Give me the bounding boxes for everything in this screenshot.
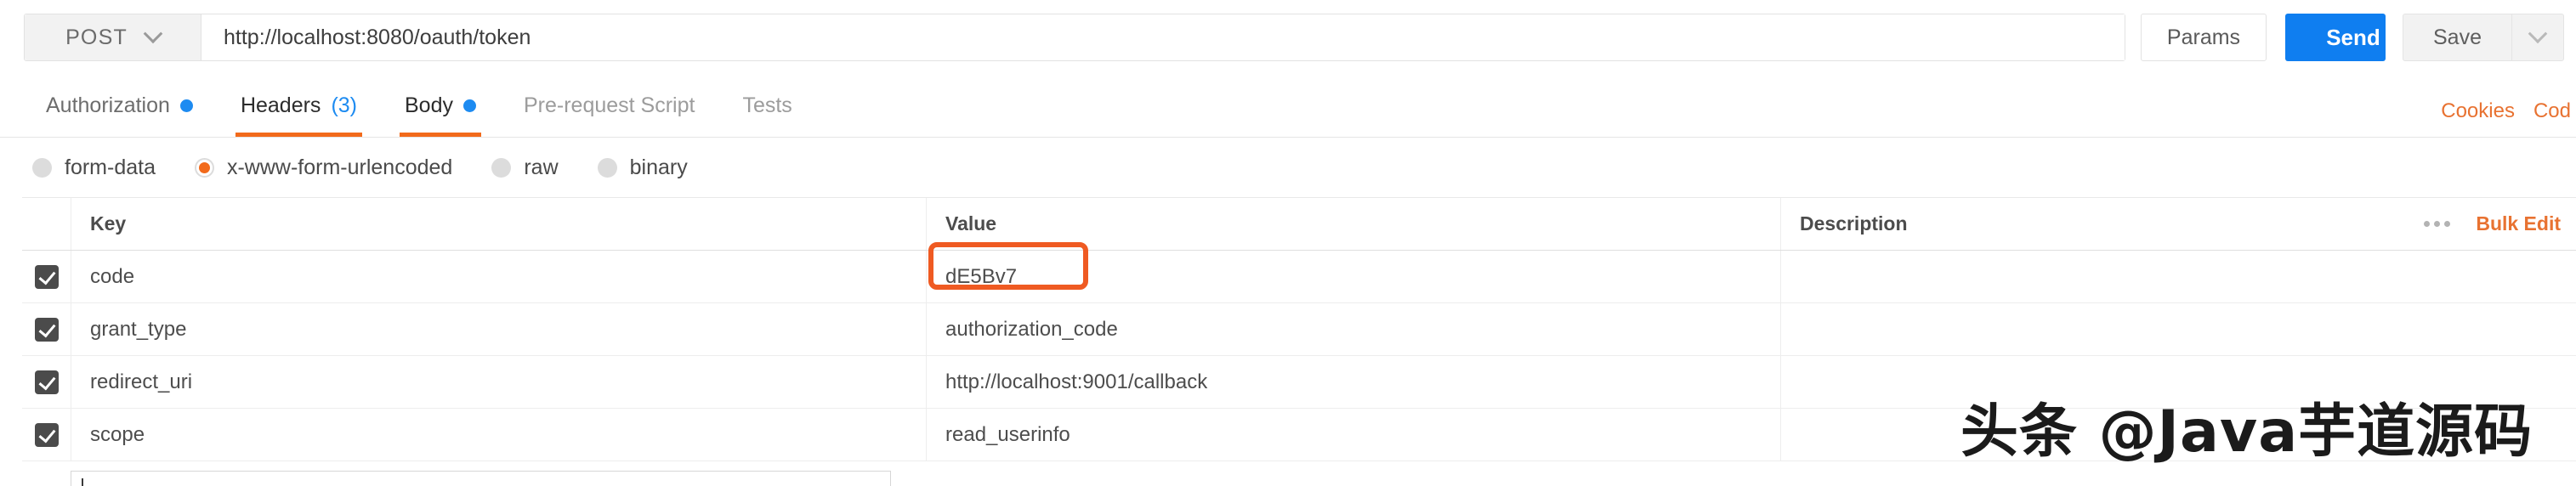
column-header-description: Description (1800, 212, 1908, 235)
url-group: POST http://localhost:8080/oauth/token (24, 14, 2125, 61)
status-dot-icon (462, 99, 476, 112)
column-header-key: Key (90, 212, 127, 235)
row-checkbox-cell (22, 356, 71, 408)
table-row: code dE5Bv7 (22, 242, 2576, 303)
tab-authorization[interactable]: Authorization (22, 75, 217, 137)
row-checkbox-cell (22, 303, 71, 355)
row-key-cell[interactable]: redirect_uri (71, 356, 926, 408)
save-button-label: Save (2433, 25, 2482, 49)
body-type-x-www-form-urlencoded[interactable]: x-www-form-urlencoded (194, 155, 453, 180)
table-row: scope read_userinfo (22, 409, 2576, 461)
table-row: redirect_uri http://localhost:9001/callb… (22, 356, 2576, 409)
row-key-cell[interactable]: code (71, 251, 926, 302)
http-method-label: POST (65, 25, 128, 49)
request-url-input[interactable]: http://localhost:8080/oauth/token (201, 14, 2125, 60)
row-value-text: read_userinfo (945, 422, 1070, 446)
row-value-cell[interactable]: dE5Bv7 (926, 242, 1780, 302)
table-header-row: Key Value Description Bulk Edit (22, 198, 2576, 251)
body-type-radio-group: form-data x-www-form-urlencoded raw bina… (0, 138, 2576, 197)
body-type-form-data-label: form-data (65, 155, 156, 179)
row-value-cell[interactable]: read_userinfo (926, 409, 1780, 461)
header-key-cell: Key (71, 198, 926, 250)
params-button[interactable]: Params (2141, 14, 2267, 61)
body-type-x-www-form-urlencoded-label: x-www-form-urlencoded (226, 155, 453, 179)
row-checkbox[interactable] (34, 317, 59, 342)
tab-body-label: Body (405, 93, 453, 117)
row-checkbox[interactable] (34, 422, 59, 447)
radio-unselected-icon (597, 157, 617, 178)
row-key-text: scope (90, 422, 145, 446)
row-checkbox-cell (22, 251, 71, 302)
cookies-link[interactable]: Cookies (2441, 99, 2515, 123)
tab-headers-label: Headers (240, 93, 321, 117)
chevron-down-icon (2528, 24, 2548, 44)
header-checkbox-cell (22, 198, 71, 250)
row-key-text: grant_type (90, 317, 187, 341)
save-button-group: Save (2403, 14, 2564, 61)
radio-unselected-icon (32, 157, 52, 178)
http-method-select[interactable]: POST (25, 14, 201, 60)
row-description-cell[interactable] (1780, 409, 2576, 461)
table-header-tools: Bulk Edit (2420, 212, 2561, 235)
body-type-binary-label: binary (629, 155, 688, 179)
tab-headers[interactable]: Headers (3) (217, 75, 381, 137)
row-key-cell[interactable]: grant_type (71, 303, 926, 355)
send-button-label: Send (2326, 24, 2380, 50)
text-cursor (82, 478, 83, 486)
body-type-form-data[interactable]: form-data (32, 155, 156, 180)
send-button[interactable]: Send (2285, 14, 2386, 61)
request-tabs: Authorization Headers (3) Body Pre-reque… (0, 75, 2576, 138)
params-button-label: Params (2166, 25, 2241, 49)
row-key-cell[interactable]: scope (71, 409, 926, 461)
row-value-text: http://localhost:9001/callback (945, 370, 1208, 393)
radio-unselected-icon (491, 157, 512, 178)
body-type-binary[interactable]: binary (597, 155, 688, 180)
column-header-value: Value (945, 212, 997, 235)
body-type-raw-label: raw (524, 155, 559, 179)
request-tabs-list: Authorization Headers (3) Body Pre-reque… (22, 75, 816, 137)
tab-tests[interactable]: Tests (718, 75, 815, 137)
send-button-group: Send (2285, 14, 2386, 61)
code-link[interactable]: Cod (2533, 99, 2571, 123)
row-checkbox-cell (22, 409, 71, 461)
body-type-raw[interactable]: raw (491, 155, 559, 180)
tab-pre-request-script-label: Pre-request Script (523, 93, 695, 117)
request-bar: POST http://localhost:8080/oauth/token P… (0, 0, 2576, 75)
save-options-button[interactable] (2511, 14, 2564, 61)
tab-body[interactable]: Body (381, 75, 500, 137)
row-checkbox[interactable] (34, 264, 59, 289)
row-value-text: authorization_code (945, 317, 1118, 341)
chevron-down-icon (143, 24, 163, 44)
body-params-table: Key Value Description Bulk Edit code dE5… (22, 197, 2576, 461)
row-description-cell[interactable] (1780, 251, 2576, 302)
table-row: grant_type authorization_code (22, 303, 2576, 356)
status-dot-icon (179, 99, 193, 112)
row-value-cell[interactable]: authorization_code (926, 303, 1780, 355)
tab-tests-label: Tests (742, 93, 792, 117)
row-value-cell[interactable]: http://localhost:9001/callback (926, 356, 1780, 408)
row-description-cell[interactable] (1780, 356, 2576, 408)
new-param-key-input[interactable] (71, 471, 891, 486)
row-value-text: dE5Bv7 (945, 264, 1018, 288)
bulk-edit-link[interactable]: Bulk Edit (2476, 212, 2561, 235)
tab-authorization-label: Authorization (46, 93, 170, 117)
radio-selected-icon (194, 157, 214, 178)
row-description-cell[interactable] (1780, 303, 2576, 355)
tab-pre-request-script[interactable]: Pre-request Script (500, 75, 718, 137)
postman-request-pane: POST http://localhost:8080/oauth/token P… (0, 0, 2576, 486)
row-checkbox[interactable] (34, 370, 59, 394)
header-description-cell: Description Bulk Edit (1780, 198, 2576, 250)
row-key-text: code (90, 264, 135, 288)
row-key-text: redirect_uri (90, 370, 193, 393)
tab-row-links: Cookies Cod (2441, 99, 2576, 137)
header-value-cell: Value (926, 198, 1780, 250)
ellipsis-icon[interactable] (2420, 216, 2454, 232)
tab-headers-count: (3) (331, 93, 357, 117)
save-button[interactable]: Save (2403, 14, 2511, 61)
